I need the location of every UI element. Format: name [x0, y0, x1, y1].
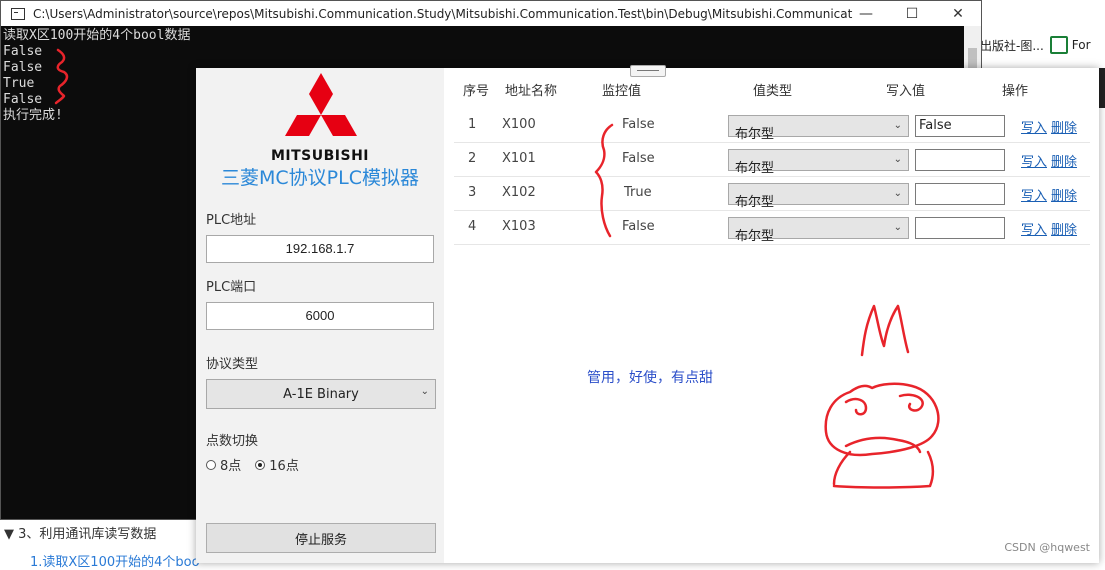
scrollbar-thumb[interactable]: [968, 48, 977, 68]
cell-monitor: False: [622, 219, 655, 234]
watermark: CSDN @hqwest: [1004, 541, 1090, 554]
write-value-input[interactable]: False: [915, 115, 1005, 137]
header-address: 地址名称: [505, 84, 558, 99]
console-line: True: [3, 76, 35, 91]
points-label: 点数切换: [206, 434, 259, 449]
protocol-label: 协议类型: [206, 357, 259, 372]
console-app-icon: [11, 7, 25, 20]
console-title: C:\Users\Administrator\source\repos\Mits…: [33, 6, 853, 21]
delete-link[interactable]: 删除: [1051, 117, 1077, 136]
settings-sidebar: MITSUBISHI 三菱MC协议PLC模拟器 PLC地址 192.168.1.…: [196, 68, 444, 563]
bookmark-item[interactable]: For: [1049, 36, 1091, 54]
write-link[interactable]: 写入: [1021, 185, 1047, 204]
plc-simulator-window: MITSUBISHI 三菱MC协议PLC模拟器 PLC地址 192.168.1.…: [196, 65, 1099, 563]
write-link[interactable]: 写入: [1021, 151, 1047, 170]
radio-selected-icon: [255, 459, 266, 470]
header-type: 值类型: [753, 84, 793, 99]
console-line: 读取X区100开始的4个bool数据: [3, 28, 191, 43]
delete-link[interactable]: 删除: [1051, 219, 1077, 238]
maximize-button[interactable]: ☐: [889, 1, 935, 26]
cell-monitor: False: [622, 151, 655, 166]
radio-16-points[interactable]: 16点: [255, 455, 299, 474]
brand-name: MITSUBISHI: [270, 148, 370, 164]
close-button[interactable]: ✕: [935, 1, 981, 26]
console-line: False: [3, 60, 43, 75]
console-line: 执行完成!: [3, 108, 63, 123]
protocol-select[interactable]: A-1E Binary ⌄: [206, 379, 436, 409]
cell-index: 1: [468, 117, 477, 132]
write-link[interactable]: 写入: [1021, 219, 1047, 238]
chevron-down-icon: ⌄: [420, 386, 429, 397]
cell-index: 2: [468, 151, 477, 166]
toc-item-link[interactable]: 1.读取X区100开始的4个boo: [30, 551, 200, 570]
table-row: 3 X102 True 布尔型 ⌄ 写入 删除: [454, 176, 1090, 211]
header-monitor: 监控值: [602, 84, 642, 99]
table-row: 1 X100 False 布尔型 ⌄ False 写入 删除: [454, 108, 1090, 143]
bookmark-icon: [1049, 36, 1068, 54]
type-select[interactable]: 布尔型 ⌄: [728, 149, 909, 176]
app-title: 三菱MC协议PLC模拟器: [221, 167, 419, 189]
toc-section[interactable]: ▼ 3、利用通讯库读写数据: [4, 523, 156, 542]
cell-monitor: False: [622, 117, 655, 132]
radio-8-points[interactable]: 8点: [206, 455, 241, 474]
plc-address-input[interactable]: 192.168.1.7: [206, 235, 434, 263]
points-radio-group: 8点 16点: [206, 455, 299, 474]
delete-link[interactable]: 删除: [1051, 151, 1077, 170]
drag-handle[interactable]: [630, 65, 666, 77]
header-operation: 操作: [1002, 84, 1029, 99]
header-index: 序号: [463, 84, 490, 99]
console-titlebar[interactable]: C:\Users\Administrator\source\repos\Mits…: [1, 1, 981, 26]
table-row: 4 X103 False 布尔型 ⌄ 写入 删除: [454, 210, 1090, 245]
table-row: 2 X101 False 布尔型 ⌄ 写入 删除: [454, 142, 1090, 177]
toc-panel: ▼ 3、利用通讯库读写数据 1.读取X区100开始的4个boo: [0, 518, 200, 570]
minimize-button[interactable]: —: [843, 1, 889, 26]
mitsubishi-logo-icon: [285, 73, 357, 136]
cell-index: 3: [468, 185, 477, 200]
console-line: False: [3, 92, 43, 107]
console-line: False: [3, 44, 43, 59]
write-value-input[interactable]: [915, 183, 1005, 205]
cell-address: X103: [502, 219, 536, 234]
cell-address: X102: [502, 185, 536, 200]
chevron-down-icon: ⌄: [893, 188, 902, 199]
header-write: 写入值: [886, 84, 926, 99]
write-value-input[interactable]: [915, 149, 1005, 171]
browser-bookmarks: 学出版社-图... For: [968, 32, 1105, 58]
write-value-input[interactable]: [915, 217, 1005, 239]
cell-address: X101: [502, 151, 536, 166]
stop-service-button[interactable]: 停止服务: [206, 523, 436, 553]
type-select[interactable]: 布尔型 ⌄: [728, 217, 909, 244]
cell-monitor: True: [624, 185, 652, 200]
chevron-down-icon: ⌄: [893, 120, 902, 131]
console-output: 读取X区100开始的4个bool数据 False False True False 执行完…: [3, 28, 190, 124]
cell-index: 4: [468, 219, 477, 234]
protocol-value: A-1E Binary: [283, 386, 359, 402]
delete-link[interactable]: 删除: [1051, 185, 1077, 204]
cell-address: X100: [502, 117, 536, 132]
chevron-down-icon: ⌄: [893, 154, 902, 165]
type-select[interactable]: 布尔型 ⌄: [728, 183, 909, 210]
chevron-down-icon: ⌄: [893, 222, 902, 233]
annotation-note: 管用，好使，有点甜: [587, 370, 713, 386]
type-select[interactable]: 布尔型 ⌄: [728, 115, 909, 142]
radio-icon: [206, 459, 216, 470]
table-header: 序号 地址名称 监控值 值类型 写入值 操作: [454, 80, 1090, 100]
plc-port-label: PLC端口: [206, 280, 257, 295]
write-link[interactable]: 写入: [1021, 117, 1047, 136]
plc-address-label: PLC地址: [206, 213, 257, 228]
background-edge: [1099, 68, 1105, 108]
plc-port-input[interactable]: 6000: [206, 302, 434, 330]
